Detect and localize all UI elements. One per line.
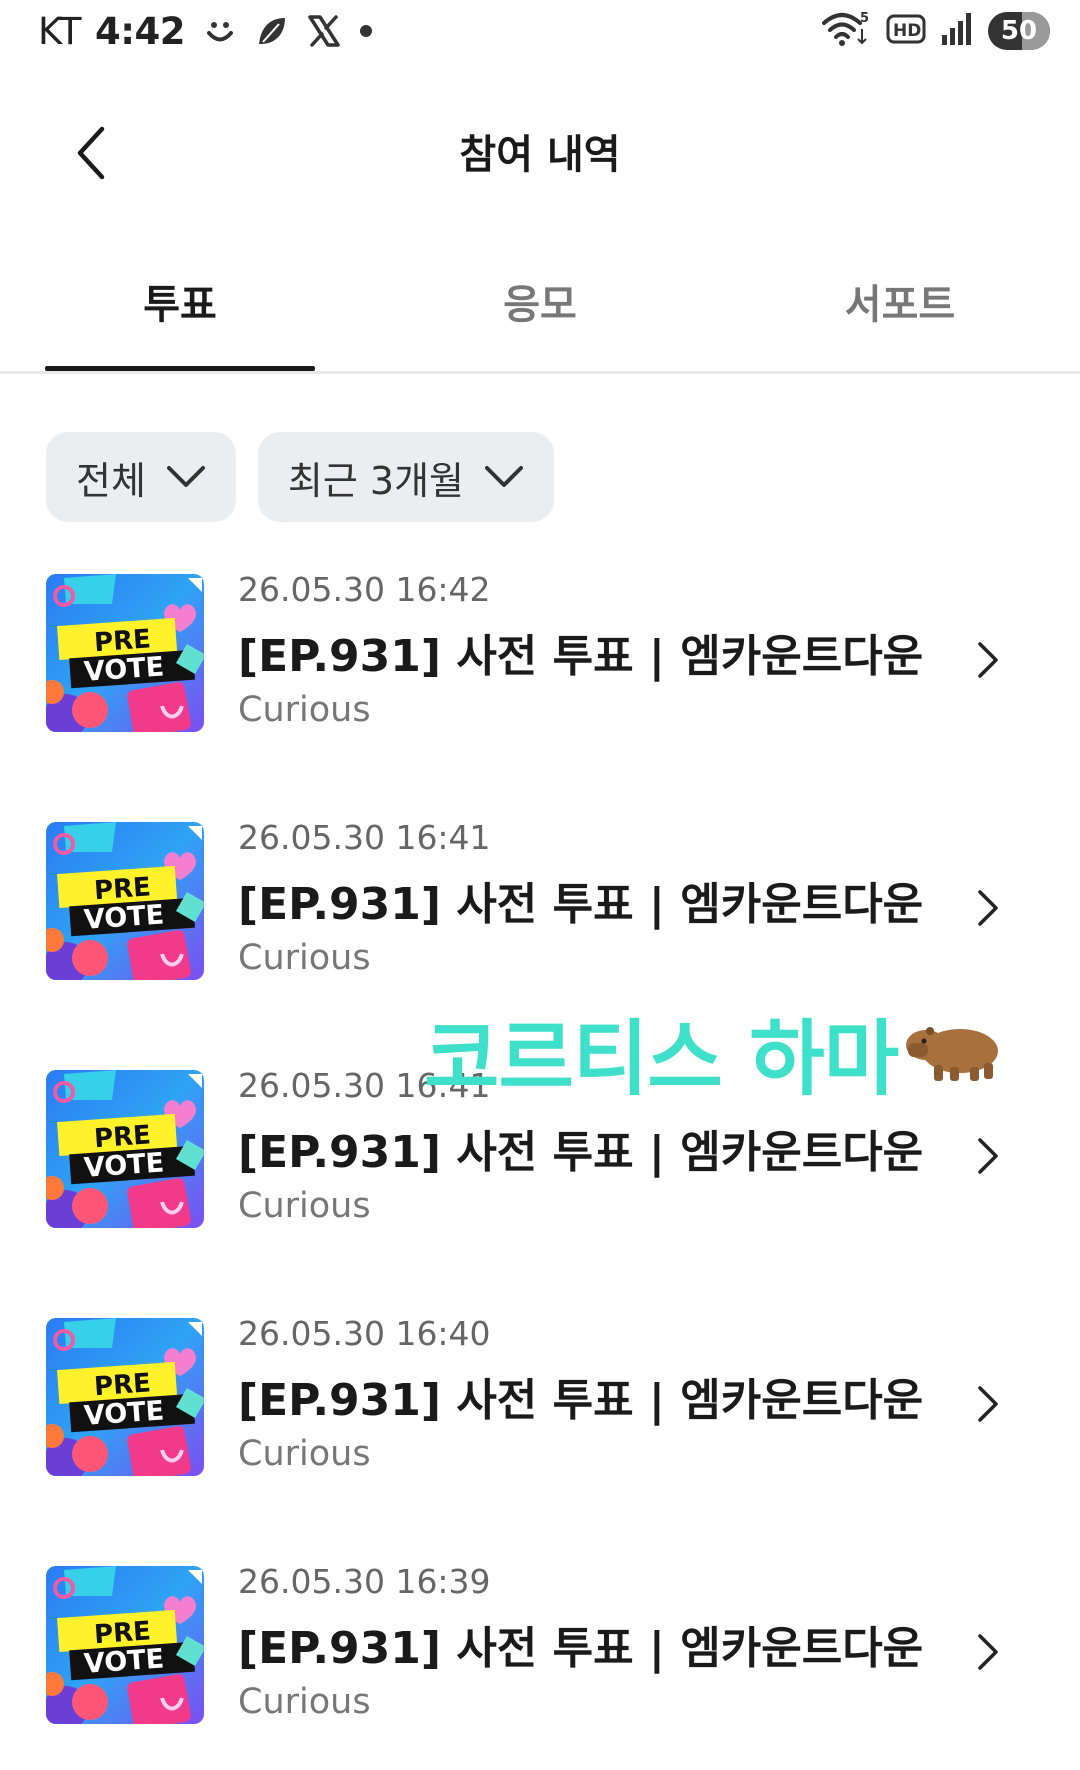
item-date: 26.05.30 16:41	[238, 818, 491, 857]
wifi-icon: 5	[820, 9, 872, 53]
tab-bar: 투표 응모 서포트	[0, 250, 1080, 374]
list-item[interactable]: PRE VOTE 26.05.30 16:40 [EP.931] 사전 투표 |…	[0, 1314, 1080, 1562]
chevron-down-icon	[485, 466, 524, 487]
status-bar: KT 4:42 5 HD 50	[0, 0, 1080, 62]
chevron-right-icon	[968, 1126, 1008, 1186]
svg-text:VOTE: VOTE	[83, 1147, 165, 1184]
tab-active-indicator	[45, 366, 315, 371]
battery-level: 50	[1000, 16, 1038, 46]
svg-text:VOTE: VOTE	[83, 1395, 165, 1432]
item-subtitle: Curious	[238, 1682, 371, 1722]
page-title: 참여 내역	[459, 132, 621, 178]
chevron-down-icon	[166, 466, 205, 487]
item-title: [EP.931] 사전 투표 | 엠카운트다운	[238, 879, 924, 930]
item-date: 26.05.30 16:42	[238, 570, 491, 609]
tab-vote[interactable]: 투표	[45, 272, 315, 330]
svg-text:HD: HD	[893, 21, 921, 41]
item-date: 26.05.30 16:39	[238, 1562, 491, 1601]
clock: 4:42	[95, 9, 186, 53]
item-title: [EP.931] 사전 투표 | 엠카운트다운	[238, 1375, 924, 1426]
item-title: [EP.931] 사전 투표 | 엠카운트다운	[238, 631, 924, 682]
svg-text:5: 5	[860, 11, 869, 26]
tab-entry[interactable]: 응모	[405, 272, 675, 330]
dot-icon	[359, 24, 373, 38]
chevron-right-icon	[968, 1374, 1008, 1434]
chevron-right-icon	[968, 1622, 1008, 1682]
item-subtitle: Curious	[238, 1434, 371, 1474]
vote-thumbnail: PRE VOTE	[46, 574, 204, 732]
svg-text:VOTE: VOTE	[83, 899, 165, 936]
hd-icon: HD	[886, 12, 926, 50]
svg-text:VOTE: VOTE	[83, 1643, 165, 1680]
signal-icon	[940, 11, 974, 51]
filter-bar: 전체 최근 3개월	[46, 432, 555, 522]
vote-thumbnail: PRE VOTE	[46, 1070, 204, 1228]
filter-period-label: 최근 3개월	[287, 458, 465, 503]
item-title: [EP.931] 사전 투표 | 엠카운트다운	[238, 1127, 924, 1178]
carrier-label: KT	[38, 9, 82, 53]
battery-indicator: 50	[988, 12, 1050, 50]
item-subtitle: Curious	[238, 938, 371, 978]
vote-thumbnail: PRE VOTE	[46, 1318, 204, 1476]
chevron-right-icon	[968, 630, 1008, 690]
item-date: 26.05.30 16:41	[238, 1066, 491, 1105]
filter-period-dropdown[interactable]: 최근 3개월	[257, 432, 555, 522]
item-subtitle: Curious	[238, 1186, 371, 1226]
app-header: 참여 내역	[0, 100, 1080, 210]
vote-thumbnail: PRE VOTE	[46, 822, 204, 980]
item-subtitle: Curious	[238, 690, 371, 730]
item-date: 26.05.30 16:40	[238, 1314, 491, 1353]
x-logo-icon	[307, 14, 341, 48]
tab-support[interactable]: 서포트	[765, 272, 1035, 330]
list-item[interactable]: PRE VOTE 26.05.30 16:42 [EP.931] 사전 투표 |…	[0, 570, 1080, 818]
svg-text:VOTE: VOTE	[83, 651, 165, 688]
chevron-right-icon	[968, 878, 1008, 938]
list-item[interactable]: PRE VOTE 26.05.30 16:41 [EP.931] 사전 투표 |…	[0, 818, 1080, 1066]
leaf-icon	[255, 14, 289, 48]
list-item[interactable]: PRE VOTE 26.05.30 16:41 [EP.931] 사전 투표 |…	[0, 1066, 1080, 1314]
item-title: [EP.931] 사전 투표 | 엠카운트다운	[238, 1623, 924, 1674]
filter-category-label: 전체	[76, 458, 146, 503]
list-item[interactable]: PRE VOTE 26.05.30 16:39 [EP.931] 사전 투표 |…	[0, 1562, 1080, 1770]
smile-icon	[203, 14, 237, 48]
vote-thumbnail: PRE VOTE	[46, 1566, 204, 1724]
participation-list: PRE VOTE 26.05.30 16:42 [EP.931] 사전 투표 |…	[0, 570, 1080, 1770]
filter-category-dropdown[interactable]: 전체	[46, 432, 236, 522]
